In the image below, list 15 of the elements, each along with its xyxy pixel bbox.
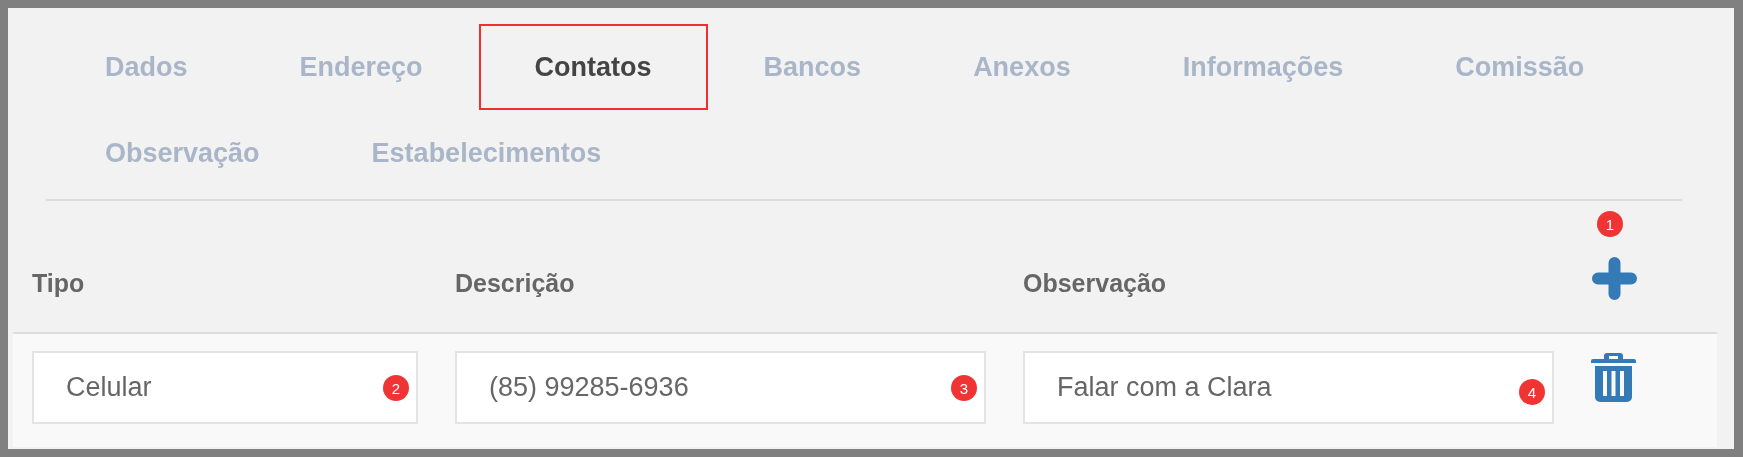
tab[interactable]: Anexos bbox=[917, 24, 1127, 110]
column-header: Observação bbox=[1023, 269, 1168, 298]
tab[interactable]: Comissão bbox=[1399, 24, 1641, 110]
tab[interactable]: Informações bbox=[1126, 24, 1400, 110]
tab[interactable]: Dados bbox=[49, 24, 244, 110]
tab[interactable]: Bancos bbox=[707, 24, 918, 110]
tab[interactable]: Endereço bbox=[243, 24, 479, 110]
annotation-badge: 1 bbox=[1597, 211, 1623, 237]
trash-icon[interactable] bbox=[1591, 353, 1636, 402]
add-icon[interactable] bbox=[1591, 257, 1637, 300]
column-header: Descrição bbox=[455, 269, 576, 298]
column-header: Tipo bbox=[32, 269, 86, 298]
tab[interactable]: Contatos bbox=[478, 24, 708, 110]
tab[interactable]: Estabelecimentos bbox=[315, 110, 658, 196]
tab[interactable]: Observação bbox=[49, 110, 316, 196]
